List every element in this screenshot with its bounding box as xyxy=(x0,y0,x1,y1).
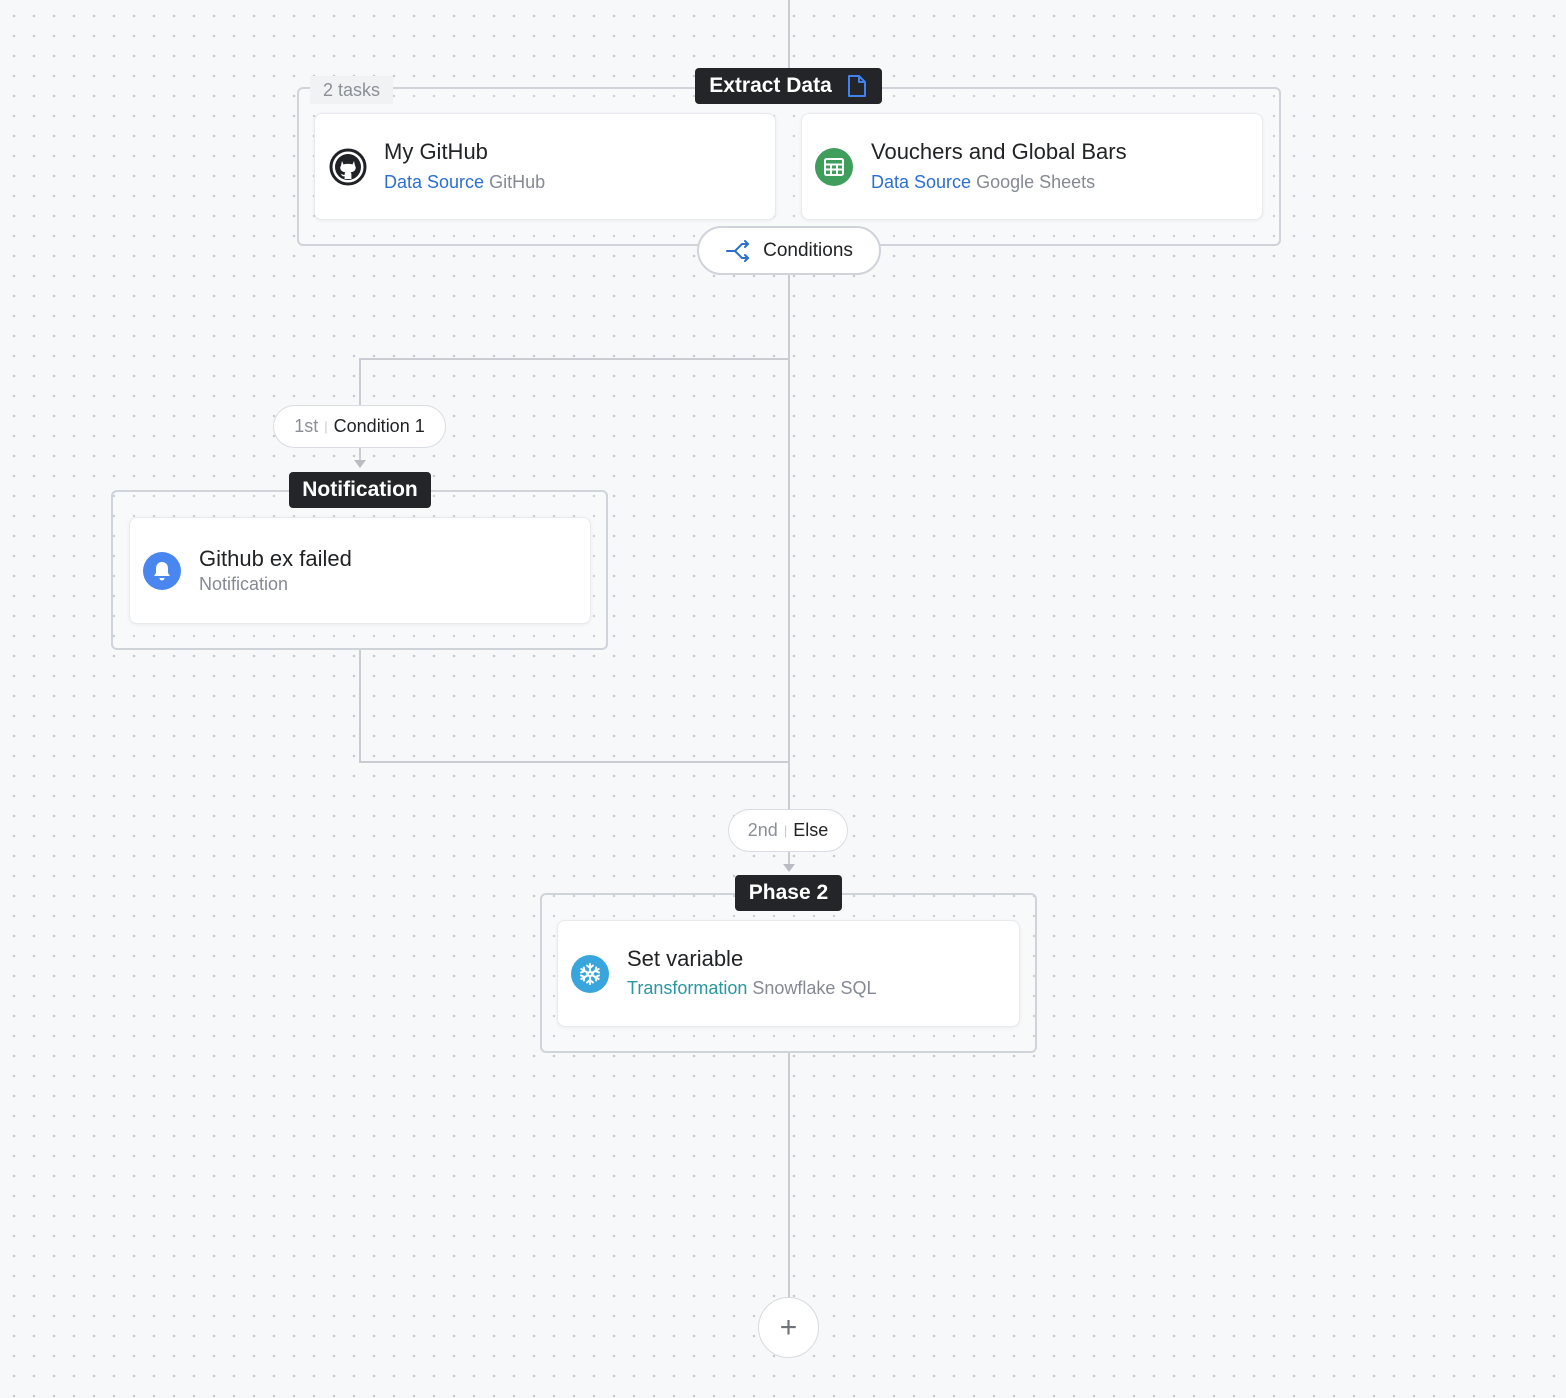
phase-name: Phase 2 xyxy=(748,881,829,904)
phase-name: Notification xyxy=(302,478,418,501)
phase-label-notification[interactable]: Notification xyxy=(289,472,431,508)
conditions-label: Conditions xyxy=(763,239,853,261)
branch-name: Else xyxy=(793,820,829,840)
task-card-github-ex-failed[interactable]: Github ex failed Notification xyxy=(129,517,591,624)
task-kind: Transformation xyxy=(627,978,748,998)
snowflake-icon xyxy=(571,955,609,993)
task-service: Snowflake SQL xyxy=(752,978,877,998)
branch-order: 1st xyxy=(294,416,319,436)
task-title: Github ex failed xyxy=(199,546,352,571)
connector-merge-horizontal xyxy=(359,761,790,763)
conditions-button[interactable]: Conditions xyxy=(697,226,881,275)
connector-else-to-phase xyxy=(788,851,790,865)
branch-separator: | xyxy=(783,823,788,838)
task-card-my-github[interactable]: My GitHub Data Source GitHub xyxy=(314,113,776,220)
task-title: Set variable xyxy=(627,946,744,971)
branch-pill-else[interactable]: 2nd | Else xyxy=(728,809,848,852)
task-subtitle: Notification xyxy=(199,574,288,595)
split-arrows-icon xyxy=(725,239,751,262)
connector-branch-1-horizontal xyxy=(359,358,790,360)
branch-name: Condition 1 xyxy=(333,416,425,436)
task-count-badge: 2 tasks xyxy=(310,76,394,104)
task-service: Google Sheets xyxy=(976,172,1096,192)
arrow-to-notification xyxy=(354,460,366,468)
branch-order: 2nd xyxy=(747,820,778,840)
task-subtitle: Transformation Snowflake SQL xyxy=(627,978,876,999)
task-service: GitHub xyxy=(489,172,546,192)
add-phase-button[interactable]: + xyxy=(758,1297,819,1358)
plus-icon: + xyxy=(779,1310,798,1344)
task-kind: Notification xyxy=(199,574,289,594)
task-card-vouchers-and-global-bars[interactable]: Vouchers and Global Bars Data Source Goo… xyxy=(801,113,1263,220)
phase-label-extract-data[interactable]: Extract Data xyxy=(695,68,882,104)
connector-branch-1-down xyxy=(359,358,361,406)
branch-pill-condition-1[interactable]: 1st | Condition 1 xyxy=(273,405,446,448)
task-title: Vouchers and Global Bars xyxy=(871,139,1127,164)
github-icon xyxy=(329,148,367,186)
task-subtitle: Data Source Google Sheets xyxy=(871,172,1095,193)
phase-name: Extract Data xyxy=(709,74,832,97)
bell-icon xyxy=(143,552,181,590)
task-subtitle: Data Source GitHub xyxy=(384,172,545,193)
document-icon[interactable] xyxy=(846,74,868,98)
arrow-to-phase-2 xyxy=(783,864,795,872)
task-kind: Data Source xyxy=(384,172,485,192)
phase-label-phase-2[interactable]: Phase 2 xyxy=(735,875,842,911)
google-sheets-icon xyxy=(815,148,853,186)
connector-branch-1-pill-to-phase xyxy=(359,447,361,461)
connector-phase-2-out xyxy=(788,1053,790,1297)
connector-notification-out xyxy=(359,650,361,762)
task-kind: Data Source xyxy=(871,172,972,192)
branch-separator: | xyxy=(324,419,328,434)
task-card-set-variable[interactable]: Set variable Transformation Snowflake SQ… xyxy=(557,920,1020,1027)
connector-main-trunk xyxy=(788,274,790,810)
task-title: My GitHub xyxy=(384,139,488,164)
connector-top xyxy=(788,0,790,70)
